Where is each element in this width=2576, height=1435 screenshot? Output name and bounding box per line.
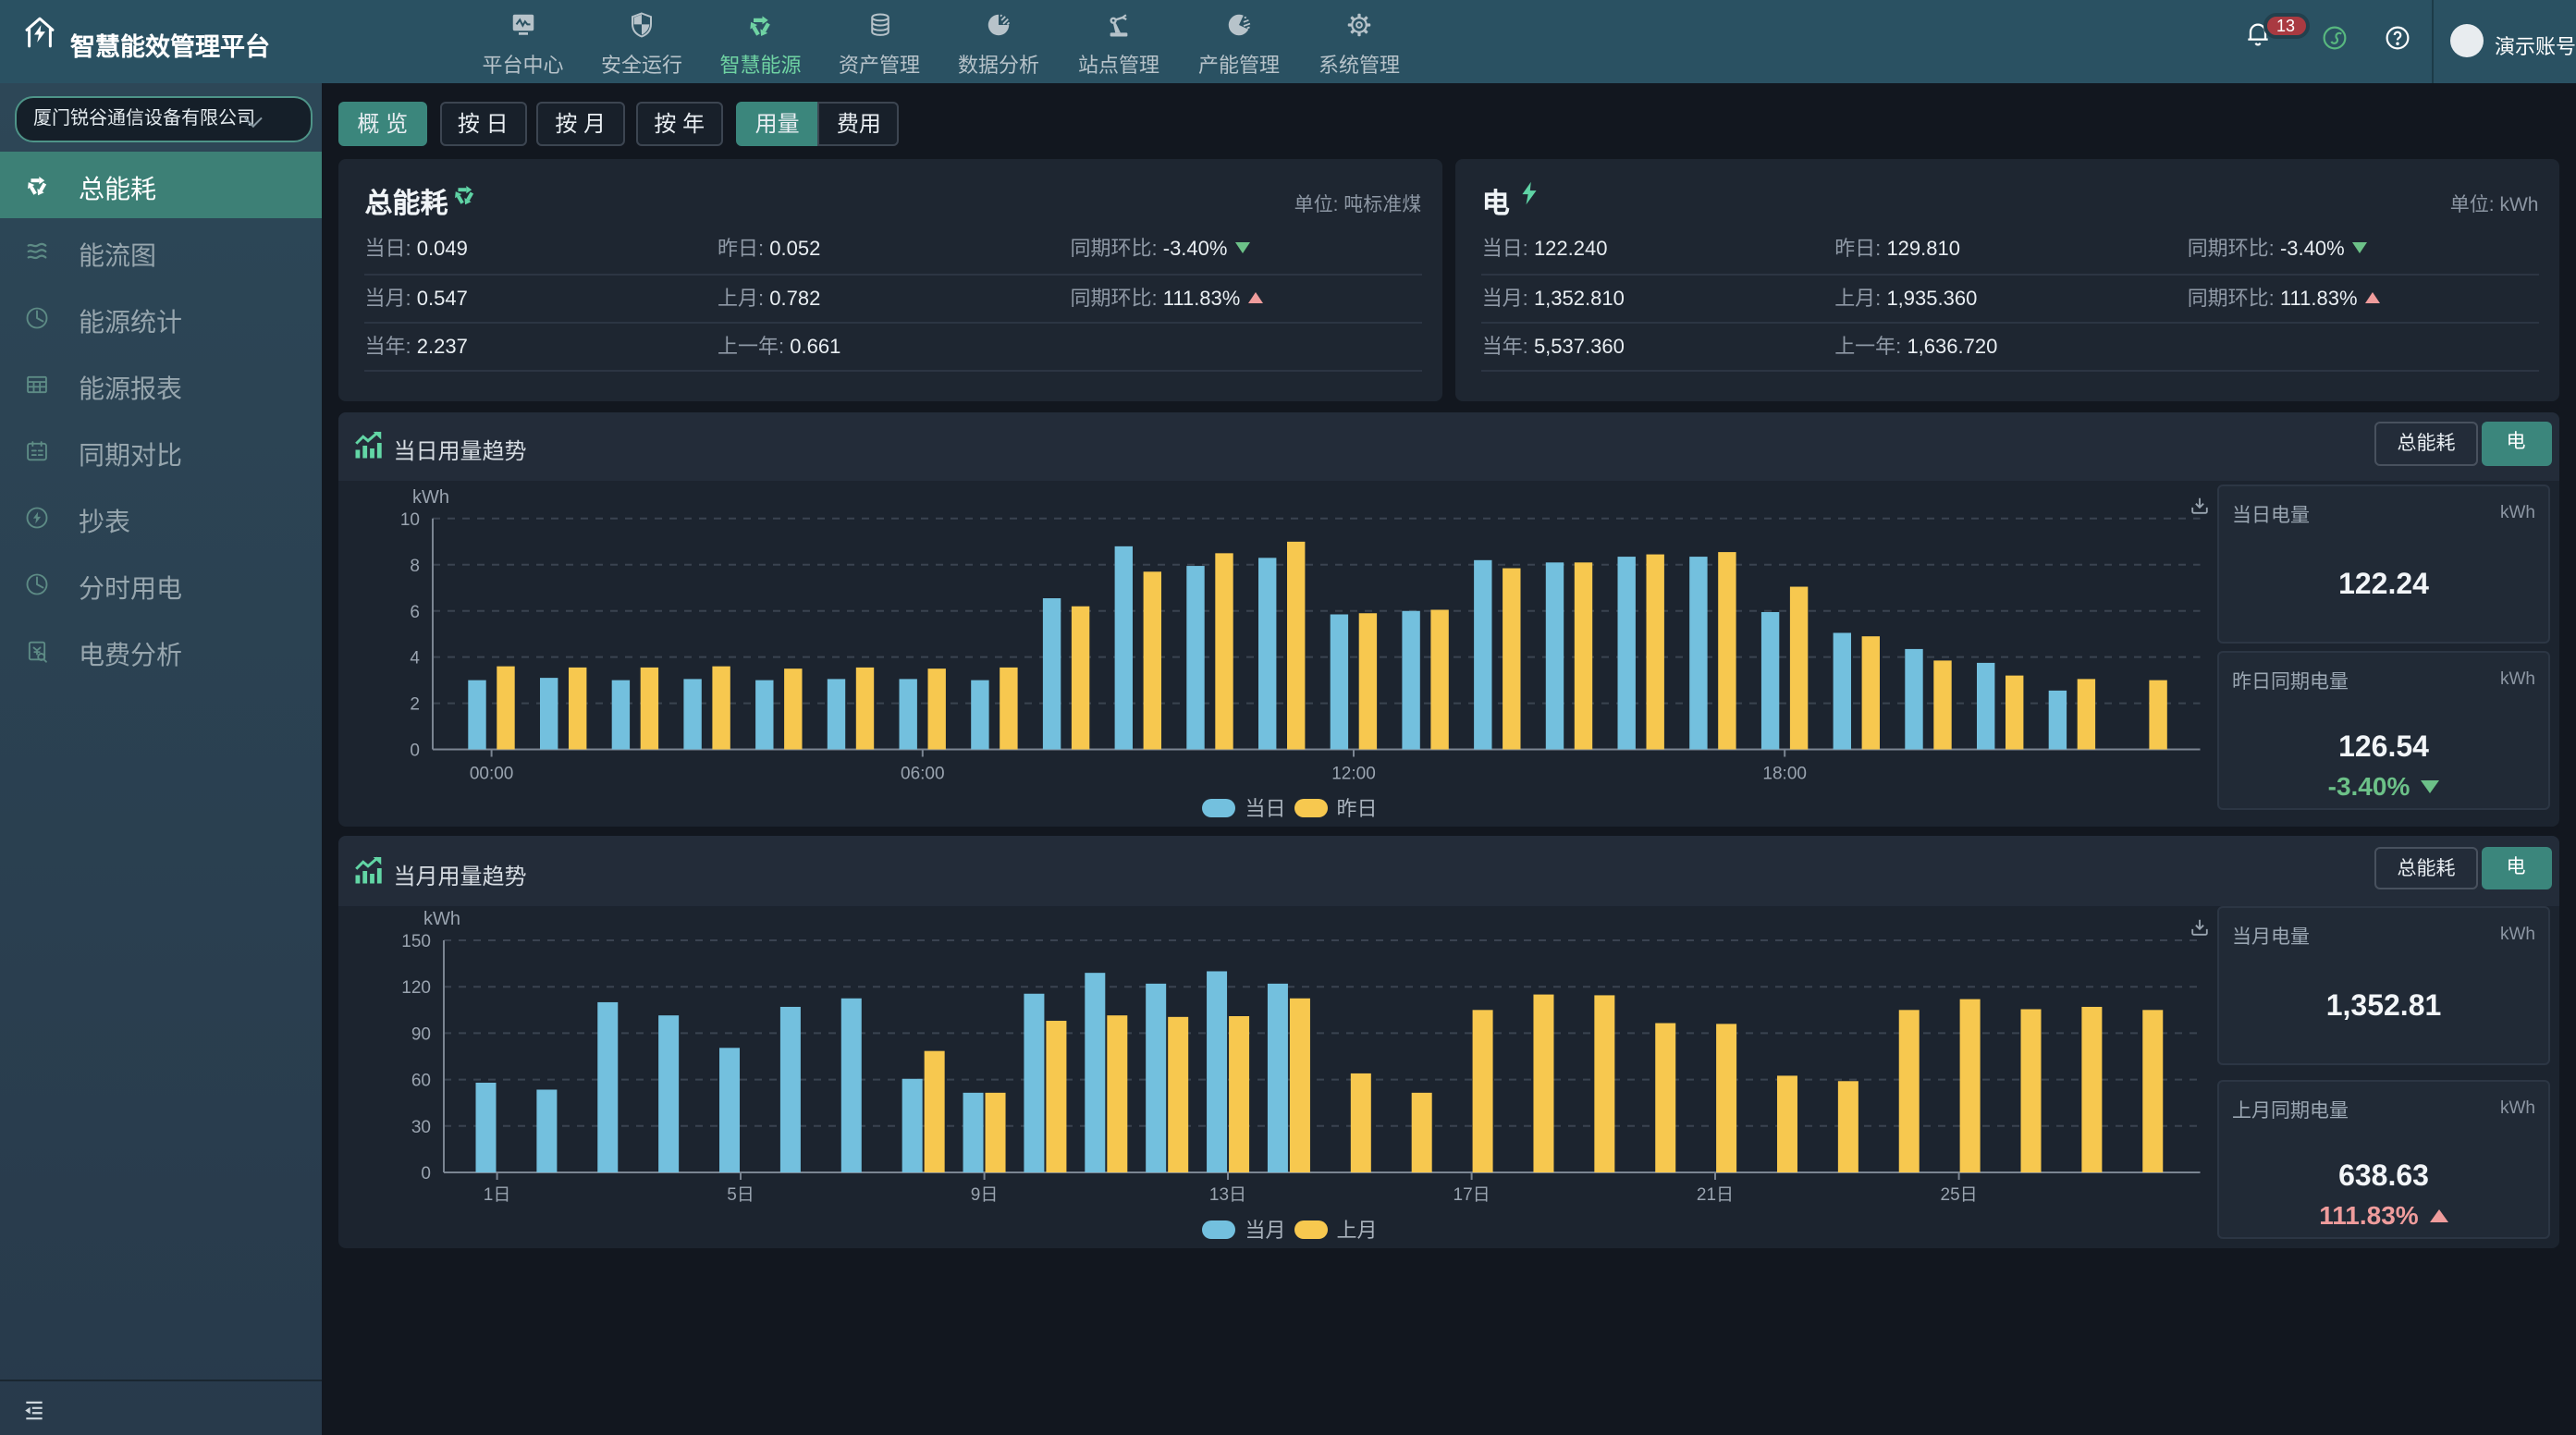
svg-text:4: 4 (411, 648, 421, 668)
svg-text:6: 6 (411, 602, 421, 621)
svg-text:120: 120 (402, 978, 432, 998)
svg-text:0: 0 (411, 741, 421, 760)
svg-text:5日: 5日 (728, 1185, 755, 1205)
svg-text:21日: 21日 (1697, 1185, 1734, 1205)
svg-text:2: 2 (411, 694, 421, 714)
svg-text:13日: 13日 (1209, 1185, 1246, 1205)
svg-text:8: 8 (411, 556, 421, 575)
svg-text:90: 90 (411, 1024, 431, 1044)
svg-text:06:00: 06:00 (902, 764, 946, 783)
svg-text:9日: 9日 (971, 1185, 999, 1205)
svg-text:kWh: kWh (413, 486, 450, 507)
svg-text:1日: 1日 (484, 1185, 511, 1205)
svg-text:0: 0 (422, 1164, 432, 1184)
svg-text:12:00: 12:00 (1332, 764, 1377, 783)
svg-text:kWh: kWh (424, 909, 461, 929)
svg-text:25日: 25日 (1941, 1185, 1978, 1205)
svg-text:60: 60 (411, 1072, 431, 1091)
svg-text:150: 150 (402, 932, 432, 951)
svg-text:00:00: 00:00 (470, 764, 514, 783)
svg-text:17日: 17日 (1454, 1185, 1490, 1205)
svg-text:10: 10 (400, 509, 420, 529)
svg-text:18:00: 18:00 (1763, 764, 1808, 783)
svg-text:30: 30 (411, 1118, 431, 1137)
